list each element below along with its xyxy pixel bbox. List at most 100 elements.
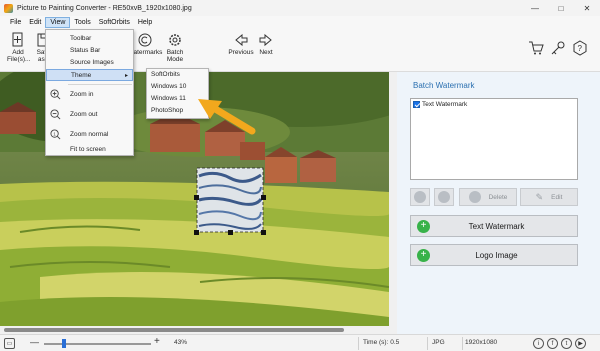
svg-text:1: 1 xyxy=(53,131,56,136)
horizontal-scrollbar[interactable] xyxy=(0,326,389,334)
info-icon[interactable]: i xyxy=(533,338,544,349)
list-item-label: Text Watermark xyxy=(422,101,468,108)
menu-item-zoom-normal[interactable]: 1 Zoom normal xyxy=(46,128,133,140)
fit-icon[interactable]: ▭ xyxy=(4,338,15,349)
theme-softorbits[interactable]: SoftOrbits xyxy=(151,71,180,78)
plus-icon: + xyxy=(417,248,430,262)
text-watermark-label: Text Watermark xyxy=(468,221,525,231)
title-bar: Picture to Painting Converter - RE50xvB_… xyxy=(0,0,600,16)
watermark-checkbox[interactable] xyxy=(413,101,420,108)
scrollbar-thumb[interactable] xyxy=(4,328,344,332)
logo-image-button[interactable]: + Logo Image xyxy=(410,244,578,266)
batch-watermark-panel: Batch Watermark Text Watermark Delete ✎ … xyxy=(397,72,600,334)
window-controls: — □ ✕ xyxy=(522,0,600,16)
menu-item-label: Zoom out xyxy=(70,110,98,118)
twitter-icon[interactable]: t xyxy=(561,338,572,349)
menu-item-source-images[interactable]: Source Images xyxy=(46,56,133,68)
menu-softorbits[interactable]: SoftOrbits xyxy=(95,18,134,27)
menu-item-fit-to-screen[interactable]: Fit to screen xyxy=(46,143,133,155)
menu-item-label: Status Bar xyxy=(70,46,101,54)
menu-item-toolbar[interactable]: Toolbar xyxy=(46,32,133,44)
delete-icon xyxy=(468,191,481,203)
batch-mode-button[interactable]: Batch Mode xyxy=(160,32,190,63)
move-up-icon xyxy=(414,191,426,203)
menu-item-zoom-in[interactable]: Zoom in xyxy=(46,88,133,100)
divider xyxy=(427,337,428,350)
zoom-in-button[interactable]: + xyxy=(154,336,160,347)
menu-edit[interactable]: Edit xyxy=(25,18,45,27)
edit-label: Edit xyxy=(551,193,563,201)
menu-file[interactable]: File xyxy=(6,18,25,27)
wrench-icon: ✎ xyxy=(535,191,544,202)
menu-item-label: Source Images xyxy=(70,58,114,66)
batch-mode-label: Batch Mode xyxy=(166,49,184,63)
help-icon[interactable]: ? xyxy=(572,40,588,58)
vertical-scrollbar[interactable] xyxy=(389,72,397,334)
zoom-slider[interactable] xyxy=(44,343,151,345)
facebook-icon[interactable]: f xyxy=(547,338,558,349)
theme-windows-11[interactable]: Windows 11 xyxy=(151,95,186,102)
zoom-in-icon xyxy=(50,88,61,99)
plus-icon: + xyxy=(417,219,430,233)
theme-photoshop[interactable]: PhotoShop xyxy=(151,107,183,114)
menu-item-status-bar[interactable]: Status Bar xyxy=(46,44,133,56)
menu-bar: File Edit View Tools SoftOrbits Help xyxy=(0,16,600,29)
status-bar: ▭ — + 43% Time (s): 0.5 JPG 1920x1080 i … xyxy=(0,334,600,351)
divider xyxy=(462,337,463,350)
menu-item-label: Zoom in xyxy=(70,90,94,98)
previous-label: Previous xyxy=(228,49,254,56)
menu-item-label: Theme xyxy=(71,71,92,79)
delete-button[interactable]: Delete xyxy=(459,188,517,206)
zoom-level: 43% xyxy=(174,339,188,346)
watermark-list[interactable]: Text Watermark xyxy=(410,98,578,180)
logo-image-label: Logo Image xyxy=(475,250,518,260)
close-button[interactable]: ✕ xyxy=(574,0,600,16)
svg-text:?: ? xyxy=(578,44,583,53)
youtube-icon[interactable]: ▶ xyxy=(575,338,586,349)
zoom-normal-icon: 1 xyxy=(50,128,61,139)
divider xyxy=(358,337,359,350)
maximize-button[interactable]: □ xyxy=(548,0,574,16)
copyright-icon xyxy=(138,33,152,47)
add-file-icon xyxy=(12,32,23,47)
menu-divider xyxy=(68,84,132,85)
menu-item-label: Zoom normal xyxy=(70,130,109,138)
zoom-out-button[interactable]: — xyxy=(30,337,39,347)
delete-label: Delete xyxy=(488,193,508,201)
format-readout: JPG xyxy=(432,339,445,346)
move-down-icon xyxy=(438,191,450,203)
annotation-arrow-icon xyxy=(198,99,256,135)
submenu-arrow-icon: ▸ xyxy=(124,72,128,79)
list-item[interactable]: Text Watermark xyxy=(411,99,577,110)
zoom-slider-thumb[interactable] xyxy=(62,339,66,348)
edit-button[interactable]: ✎ Edit xyxy=(520,188,578,206)
watermarks-button[interactable]: Watermarks xyxy=(128,32,162,56)
next-button[interactable]: Next xyxy=(251,32,281,56)
time-readout: Time (s): 0.5 xyxy=(363,339,400,346)
gear-icon xyxy=(169,34,181,46)
menu-item-label: Toolbar xyxy=(70,34,92,42)
arrow-right-icon xyxy=(259,33,272,47)
arrow-left-icon xyxy=(235,33,248,47)
panel-title: Batch Watermark xyxy=(413,81,475,90)
window-title: Picture to Painting Converter - RE50xvB_… xyxy=(17,4,192,12)
move-up-button[interactable] xyxy=(410,188,430,206)
menu-view[interactable]: View xyxy=(45,17,71,28)
text-watermark-button[interactable]: + Text Watermark xyxy=(410,215,578,237)
menu-item-zoom-out[interactable]: Zoom out xyxy=(46,108,133,120)
menu-tools[interactable]: Tools xyxy=(70,18,94,27)
zoom-out-icon xyxy=(50,108,61,119)
minimize-button[interactable]: — xyxy=(522,0,548,16)
menu-item-theme[interactable]: Theme ▸ xyxy=(46,69,133,81)
menu-item-label: Fit to screen xyxy=(70,145,106,153)
theme-windows-10[interactable]: Windows 10 xyxy=(151,83,186,90)
move-down-button[interactable] xyxy=(434,188,454,206)
menu-help[interactable]: Help xyxy=(134,18,156,27)
next-label: Next xyxy=(259,49,273,56)
view-menu-dropdown: Toolbar Status Bar Source Images Theme ▸ … xyxy=(45,29,134,156)
add-files-label: Add File(s)... xyxy=(7,49,31,63)
key-icon[interactable] xyxy=(550,40,566,58)
resolution-readout: 1920x1080 xyxy=(465,339,498,346)
app-icon xyxy=(4,3,13,13)
cart-icon[interactable] xyxy=(528,40,544,58)
